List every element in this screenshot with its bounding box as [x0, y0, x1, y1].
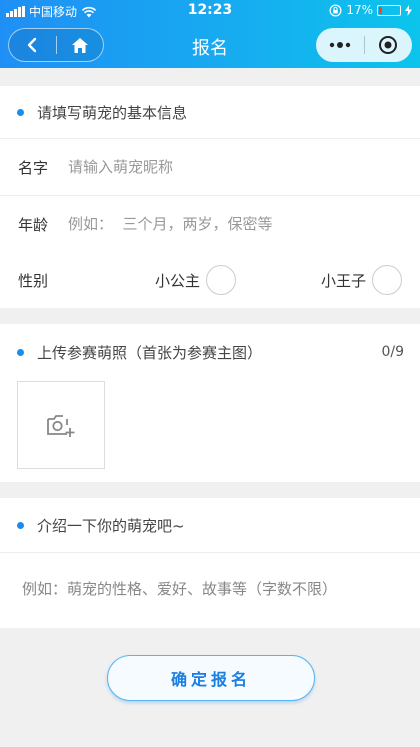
nav-right-capsule [316, 28, 412, 62]
basic-info-title: 请填写萌宠的基本信息 [37, 103, 188, 122]
gender-option-label: 小公主 [155, 271, 201, 290]
intro-card: 介绍一下你的萌宠吧~ [0, 498, 420, 628]
basic-info-header: 请填写萌宠的基本信息 [0, 86, 420, 138]
divider [0, 552, 420, 553]
basic-info-card: 请填写萌宠的基本信息 名字 年龄 性别 小公主 小王子 [0, 86, 420, 308]
age-label: 年龄 [18, 215, 49, 234]
upload-photo-button[interactable] [17, 381, 105, 469]
battery-level [379, 6, 382, 14]
section-dot [17, 348, 24, 356]
camera-plus-icon [47, 415, 75, 437]
more-button[interactable] [316, 28, 364, 62]
name-input[interactable] [68, 158, 388, 176]
intro-title: 介绍一下你的萌宠吧~ [37, 516, 185, 535]
status-right: 17% [329, 3, 412, 17]
lock-rotation-icon [329, 3, 342, 17]
gender-option-princess[interactable]: 小公主 [155, 265, 237, 295]
photos-header: 上传参赛萌照（首张为参赛主图） 0/9 [0, 324, 420, 380]
photo-counter: 0/9 [381, 344, 404, 360]
photos-card: 上传参赛萌照（首张为参赛主图） 0/9 [0, 324, 420, 482]
gender-radio[interactable] [372, 265, 403, 295]
submit-button[interactable]: 确定报名 [107, 655, 315, 701]
gender-row: 性别 小公主 小王子 [0, 252, 420, 308]
gender-option-prince[interactable]: 小王子 [321, 265, 403, 295]
charging-icon [405, 4, 412, 16]
intro-header: 介绍一下你的萌宠吧~ [0, 498, 420, 552]
section-dot [17, 521, 24, 529]
section-dot [17, 108, 24, 116]
header: 中国移动 12:23 17% 报名 [0, 0, 420, 68]
battery-percent: 17% [346, 3, 373, 17]
age-row: 年龄 [0, 196, 420, 252]
target-circle-icon [379, 36, 398, 54]
close-miniprogram-button[interactable] [364, 28, 412, 62]
gender-radio[interactable] [206, 265, 237, 295]
age-input[interactable] [68, 215, 388, 233]
status-bar: 中国移动 12:23 17% [0, 0, 420, 22]
gender-option-label: 小王子 [321, 271, 367, 290]
battery-icon [377, 4, 401, 16]
name-row: 名字 [0, 139, 420, 195]
intro-textarea[interactable] [22, 578, 402, 606]
more-dots-icon [329, 42, 350, 48]
photos-title: 上传参赛萌照（首张为参赛主图） [37, 343, 263, 362]
name-label: 名字 [18, 158, 49, 177]
gender-label: 性别 [18, 271, 49, 290]
